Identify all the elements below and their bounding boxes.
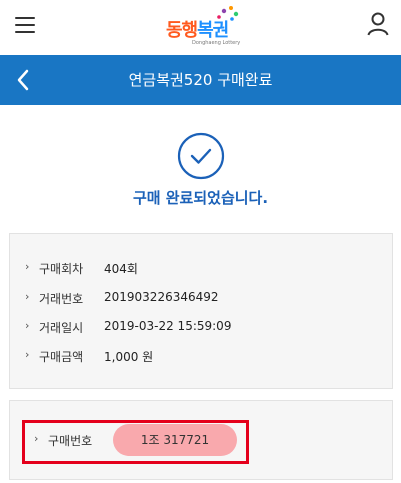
top-bar: 동행복권 Donghaeng Lottery xyxy=(0,0,401,55)
chevron-right-icon: › xyxy=(25,290,30,303)
menu-icon[interactable] xyxy=(15,14,37,34)
detail-label: 구매금액 xyxy=(39,350,84,364)
logo-text-b: 복권 xyxy=(197,20,229,41)
logo[interactable]: 동행복권 Donghaeng Lottery xyxy=(162,4,244,48)
chevron-right-icon: › xyxy=(25,260,30,273)
chevron-right-icon: › xyxy=(25,319,30,332)
detail-label: 구매회차 xyxy=(39,262,84,276)
logo-text-a: 동행 xyxy=(166,20,198,41)
success-message: 구매 완료되었습니다. xyxy=(132,189,269,207)
detail-label: 거래번호 xyxy=(39,292,84,306)
highlight-box xyxy=(22,420,249,464)
page-header: 연금복권520 구매완료 xyxy=(0,55,401,105)
purchase-details-box xyxy=(9,233,393,389)
detail-label: 거래일시 xyxy=(39,321,84,335)
detail-value: 2019-03-22 15:59:09 xyxy=(104,319,232,333)
check-circle-icon xyxy=(177,132,225,180)
user-icon[interactable] xyxy=(367,12,389,36)
detail-value: 1,000 원 xyxy=(104,350,154,364)
chevron-right-icon: › xyxy=(25,348,30,361)
page-title: 연금복권520 구매완료 xyxy=(128,71,273,89)
detail-value: 404회 xyxy=(104,262,138,276)
detail-value: 201903226346492 xyxy=(104,290,219,304)
logo-subtitle: Donghaeng Lottery xyxy=(192,40,241,46)
logo-text: 동행복권 xyxy=(166,16,229,42)
